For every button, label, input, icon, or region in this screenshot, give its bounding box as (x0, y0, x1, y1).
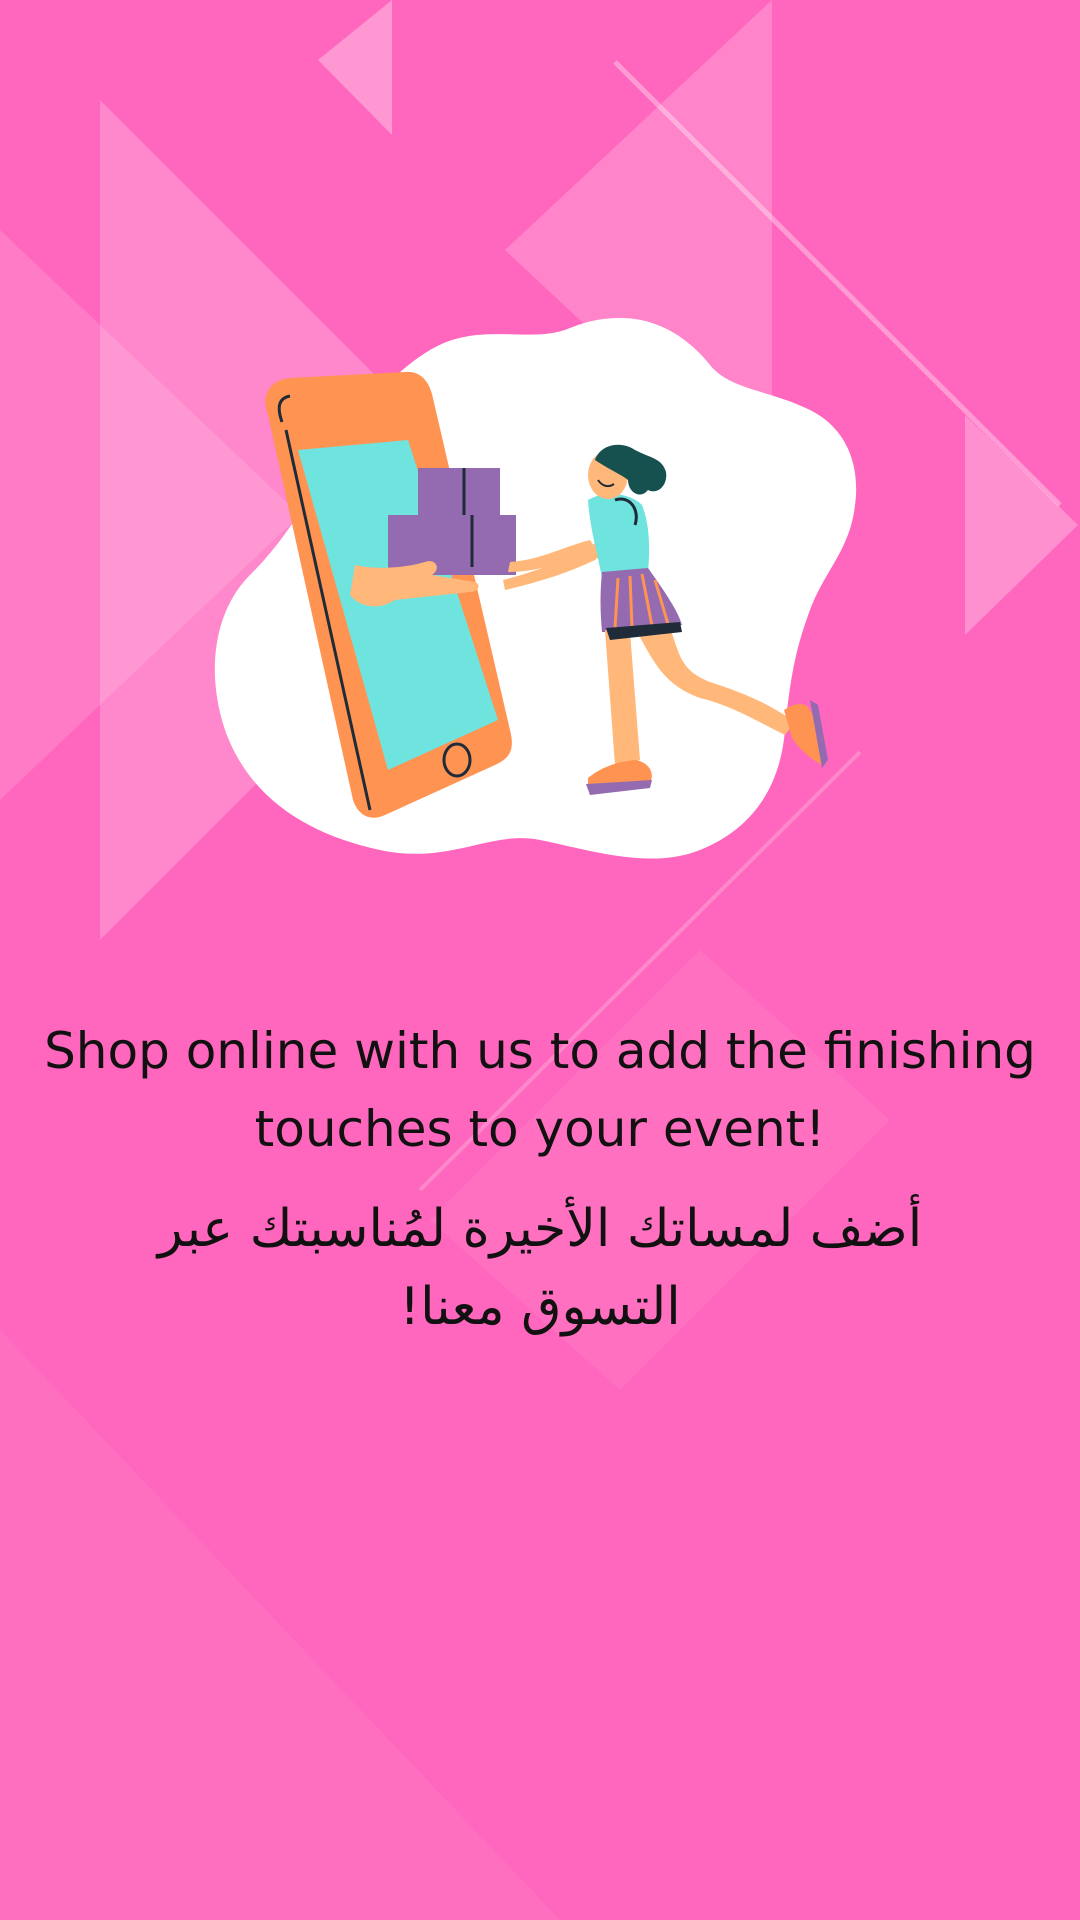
onboarding-screen: Shop online with us to add the finishing… (0, 0, 1080, 1920)
online-shopping-illustration (214, 318, 857, 859)
headline-arabic: أضف لمساتك الأخيرة لمُناسبتك عبر التسوق … (157, 1199, 923, 1337)
headline-english: Shop online with us to add the finishing… (44, 1022, 1036, 1158)
background-pattern (0, 0, 1080, 1920)
